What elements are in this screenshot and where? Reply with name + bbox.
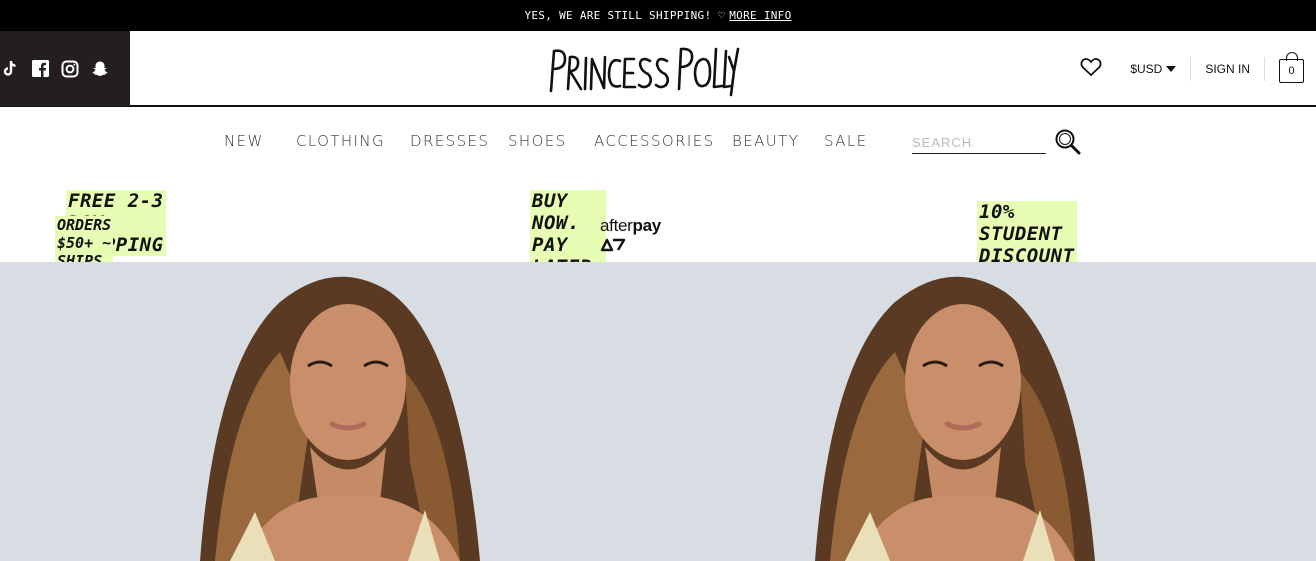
hero-model-image [200,276,480,561]
nav-dresses[interactable]: DRESSES [410,132,489,150]
hero-banner[interactable] [0,262,1316,561]
search-input[interactable] [912,132,1046,154]
currency-select[interactable]: $USD [1116,57,1190,81]
nav-accessories[interactable]: ACCESSORIES [594,132,715,150]
shopping-bag-icon: 0 [1279,51,1304,83]
sign-in-link[interactable]: SIGN IN [1190,56,1264,81]
search-button[interactable] [1054,128,1082,156]
cart-button[interactable]: 0 [1264,51,1304,83]
instagram-icon[interactable] [60,59,80,79]
nav-shoes[interactable]: SHOES [508,132,567,150]
main-nav: NEW CLOTHING DRESSES SHOES ACCESSORIES B… [0,124,1316,158]
site-header: $USD SIGN IN 0 [0,31,1316,107]
snapchat-icon[interactable] [90,59,110,79]
sign-in-label: SIGN IN [1205,61,1250,76]
tiktok-icon[interactable] [0,59,20,79]
afterpay-light: after [600,216,633,235]
hero-model-image-2 [815,276,1095,561]
afterpay-arrows-icon [600,236,626,255]
announcement-text: YES, WE ARE STILL SHIPPING! ♡ [524,9,726,22]
nav-beauty[interactable]: BEAUTY [732,132,799,150]
nav-new[interactable]: NEW [224,132,264,150]
wishlist-button[interactable] [1066,57,1116,81]
header-tools: $USD SIGN IN 0 [1066,31,1304,106]
cart-count: 0 [1288,64,1295,77]
nav-sale[interactable]: SALE [824,132,868,150]
social-links [0,31,130,106]
nav-clothing[interactable]: CLOTHING [296,132,385,150]
search-icon [1054,129,1082,160]
facebook-icon[interactable] [30,59,50,79]
heart-icon [1080,57,1102,80]
more-info-link[interactable]: MORE INFO [729,9,791,22]
announcement-bar: YES, WE ARE STILL SHIPPING! ♡ MORE INFO [0,0,1316,31]
currency-label: $USD [1130,61,1163,76]
afterpay-logo: afterpay [600,216,661,256]
brand-logo[interactable] [545,41,740,97]
promo-student-title: 10% STUDENT DISCOUNT [977,201,1077,267]
caret-down-icon [1166,65,1177,72]
afterpay-bold: pay [632,216,662,235]
